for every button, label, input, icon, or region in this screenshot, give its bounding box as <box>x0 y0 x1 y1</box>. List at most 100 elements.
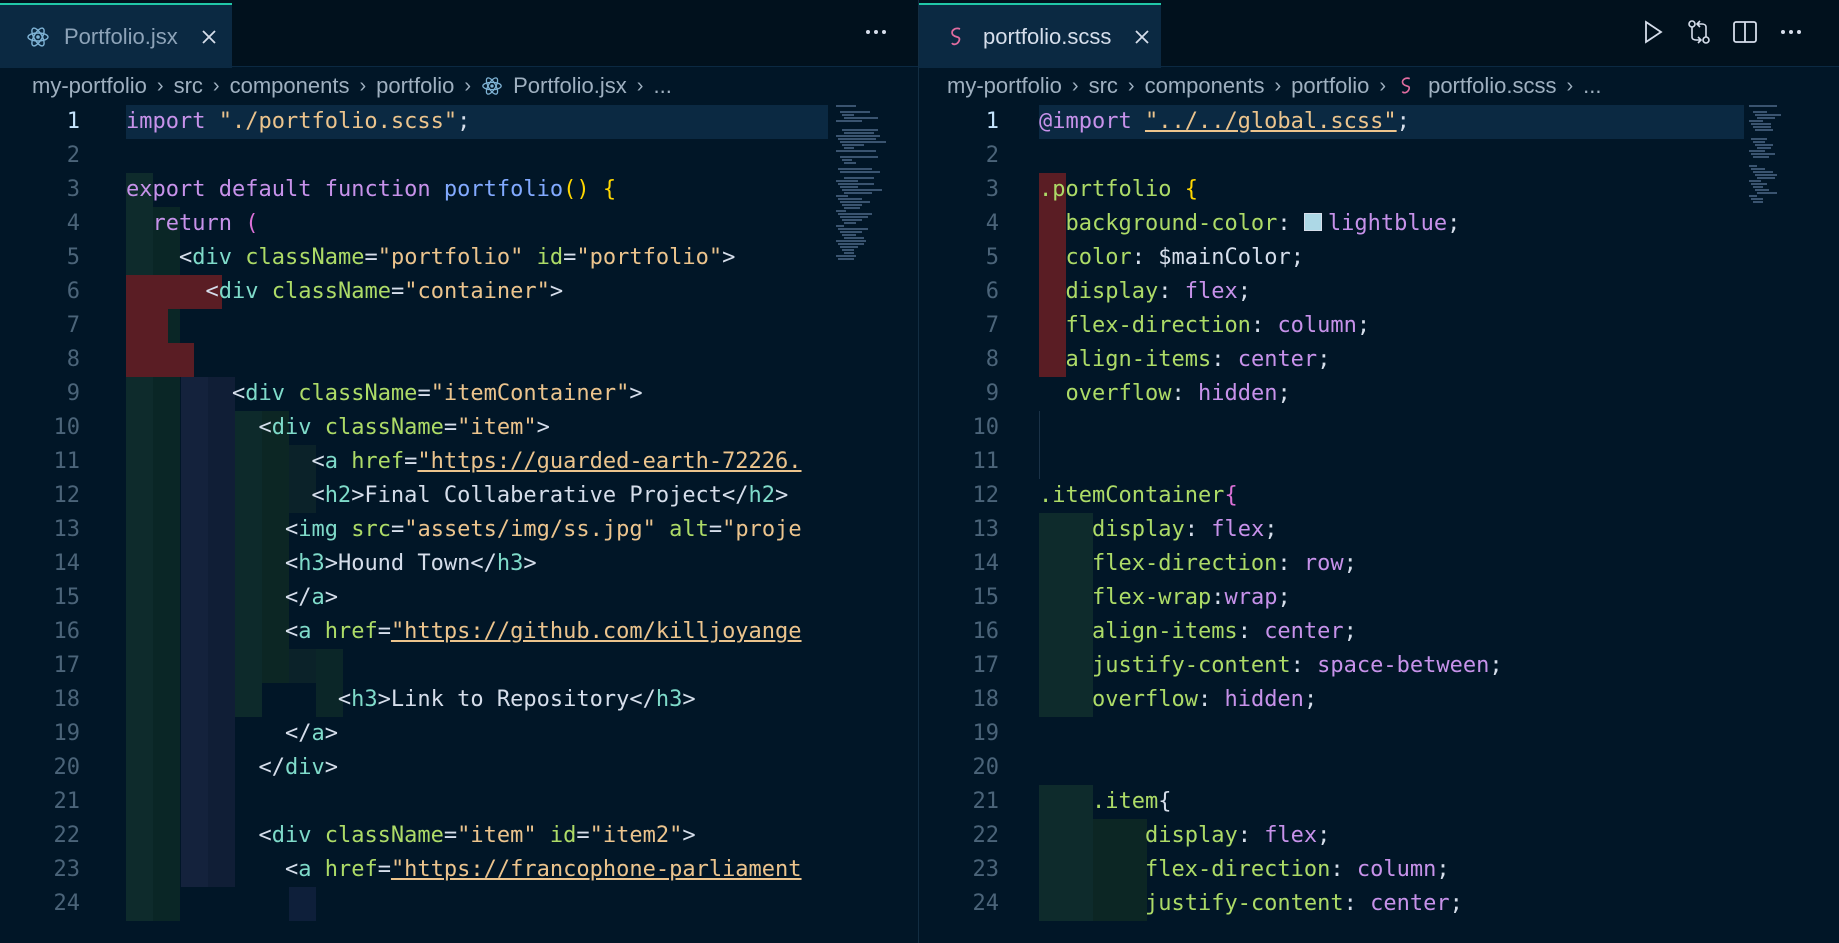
code-line[interactable]: 6 <div className="container"> <box>0 275 918 309</box>
code-line[interactable]: 11 <a href="https://guarded-earth-72226. <box>0 445 918 479</box>
code-line[interactable]: 6 display: flex; <box>919 275 1839 309</box>
code-line[interactable]: 15 flex-wrap:wrap; <box>919 581 1839 615</box>
breadcrumb-item[interactable]: portfolio <box>1291 73 1369 99</box>
code-line[interactable]: 22 display: flex; <box>919 819 1839 853</box>
code-line[interactable]: 1 @import "../../global.scss"; <box>919 105 1839 139</box>
code-line[interactable]: 7 flex-direction: column; <box>919 309 1839 343</box>
code-line[interactable]: 20 </div> <box>0 751 918 785</box>
minimap-line <box>1753 186 1763 188</box>
code-line[interactable]: 7 <box>0 309 918 343</box>
code-line[interactable]: 12 .itemContainer{ <box>919 479 1839 513</box>
minimap-line <box>1753 126 1771 128</box>
code-line[interactable]: 10 <div className="item"> <box>0 411 918 445</box>
breadcrumb-item[interactable]: portfolio <box>376 73 454 99</box>
code-token: = <box>576 823 590 848</box>
breadcrumb-item[interactable]: src <box>174 73 203 99</box>
code-text: </a> <box>126 717 338 751</box>
code-line[interactable]: 21 .item{ <box>919 785 1839 819</box>
code-token: flex <box>1184 279 1238 304</box>
code-line[interactable]: 13 display: flex; <box>919 513 1839 547</box>
code-line[interactable]: 4 background-color: lightblue; <box>919 207 1839 241</box>
code-line[interactable]: 5 color: $mainColor; <box>919 241 1839 275</box>
code-text: flex-direction: column; <box>1039 853 1450 887</box>
code-line[interactable]: 11 <box>919 445 1839 479</box>
code-line[interactable]: 23 flex-direction: column; <box>919 853 1839 887</box>
minimap-line <box>1757 117 1775 119</box>
code-line[interactable]: 10 <box>919 411 1839 445</box>
breadcrumb-item[interactable]: ... <box>1583 73 1601 99</box>
vertical-scrollbar[interactable] <box>1819 105 1833 943</box>
code-line[interactable]: 15 </a> <box>0 581 918 615</box>
vertical-scrollbar[interactable] <box>896 105 910 943</box>
code-line[interactable]: 14 <h3>Hound Town</h3> <box>0 547 918 581</box>
minimap[interactable] <box>836 105 896 265</box>
breadcrumb-item[interactable]: components <box>230 73 350 99</box>
code-token: portfolio <box>443 177 564 202</box>
tab-portfolio-jsx[interactable]: Portfolio.jsx <box>0 3 232 68</box>
breadcrumb-item[interactable]: ... <box>653 73 671 99</box>
more-actions-icon[interactable] <box>862 18 890 46</box>
code-line[interactable]: 12 <h2>Final Collaberative Project</h2> <box>0 479 918 513</box>
more-actions-icon[interactable] <box>1777 18 1805 46</box>
code-editor-jsx[interactable]: 1 import "./portfolio.scss"; 2 3 export defa… <box>0 105 918 943</box>
minimap[interactable] <box>1749 105 1809 265</box>
code-line[interactable]: 20 <box>919 751 1839 785</box>
breadcrumb-file[interactable]: portfolio.scss <box>1396 73 1556 99</box>
code-line[interactable]: 19 <box>919 717 1839 751</box>
code-line[interactable]: 18 overflow: hidden; <box>919 683 1839 717</box>
code-text: flex-wrap:wrap; <box>1039 581 1291 615</box>
code-line[interactable]: 22 <div className="item" id="item2"> <box>0 819 918 853</box>
breadcrumb-item[interactable]: my-portfolio <box>32 73 147 99</box>
breadcrumb-item[interactable]: my-portfolio <box>947 73 1062 99</box>
close-icon[interactable] <box>200 28 218 46</box>
code-line[interactable]: 23 <a href="https://francophone-parliame… <box>0 853 918 887</box>
code-line[interactable]: 8 align-items: center; <box>919 343 1839 377</box>
code-line[interactable]: 3 export default function portfolio() { <box>0 173 918 207</box>
code-token: > <box>536 415 550 440</box>
tab-portfolio-scss[interactable]: portfolio.scss <box>919 3 1161 68</box>
code-line[interactable]: 24 justify-content: center; <box>919 887 1839 921</box>
code-line[interactable]: 16 align-items: center; <box>919 615 1839 649</box>
breadcrumb-item[interactable]: components <box>1145 73 1265 99</box>
code-editor-scss[interactable]: 1 @import "../../global.scss"; 2 3 .portfoli… <box>919 105 1839 943</box>
code-line[interactable]: 14 flex-direction: row; <box>919 547 1839 581</box>
run-icon[interactable] <box>1639 18 1667 46</box>
code-text: <h3>Link to Repository</h3> <box>126 683 696 717</box>
split-editor-icon[interactable] <box>1731 18 1759 46</box>
breadcrumb-file[interactable]: Portfolio.jsx <box>481 73 627 99</box>
code-line[interactable]: 5 <div className="portfolio" id="portfol… <box>0 241 918 275</box>
code-line[interactable]: 19 </a> <box>0 717 918 751</box>
line-number: 15 <box>972 585 1000 610</box>
code-line[interactable]: 9 <div className="itemContainer"> <box>0 377 918 411</box>
compare-changes-icon[interactable] <box>1685 18 1713 46</box>
code-line[interactable]: 2 <box>0 139 918 173</box>
line-number: 23 <box>53 857 81 882</box>
code-token: column <box>1277 313 1357 338</box>
code-token: = <box>390 279 405 304</box>
code-line[interactable]: 21 <box>0 785 918 819</box>
line-number: 6 <box>66 279 80 304</box>
code-token: flex <box>1264 823 1318 848</box>
code-token: < <box>205 279 219 304</box>
code-line[interactable]: 9 overflow: hidden; <box>919 377 1839 411</box>
code-line[interactable]: 4 return ( <box>0 207 918 241</box>
code-line[interactable]: 24 <box>0 887 918 921</box>
breadcrumb-item[interactable]: src <box>1089 73 1118 99</box>
code-line[interactable]: 1 import "./portfolio.scss"; <box>0 105 918 139</box>
tab-bar: portfolio.scss <box>919 0 1839 68</box>
code-line[interactable]: 13 <img src="assets/img/ss.jpg" alt="pro… <box>0 513 918 547</box>
code-line[interactable]: 18 <h3>Link to Repository</h3> <box>0 683 918 717</box>
code-line[interactable]: 3 .portfolio { <box>919 173 1839 207</box>
close-icon[interactable] <box>1133 28 1151 46</box>
color-swatch[interactable] <box>1303 213 1322 231</box>
code-line[interactable]: 17 <box>0 649 918 683</box>
code-text: display: flex; <box>1039 275 1251 309</box>
code-line[interactable]: 16 <a href="https://github.com/killjoyan… <box>0 615 918 649</box>
code-line[interactable]: 2 <box>919 139 1839 173</box>
code-line[interactable]: 8 <box>0 343 918 377</box>
code-line[interactable]: 17 justify-content: space-between; <box>919 649 1839 683</box>
